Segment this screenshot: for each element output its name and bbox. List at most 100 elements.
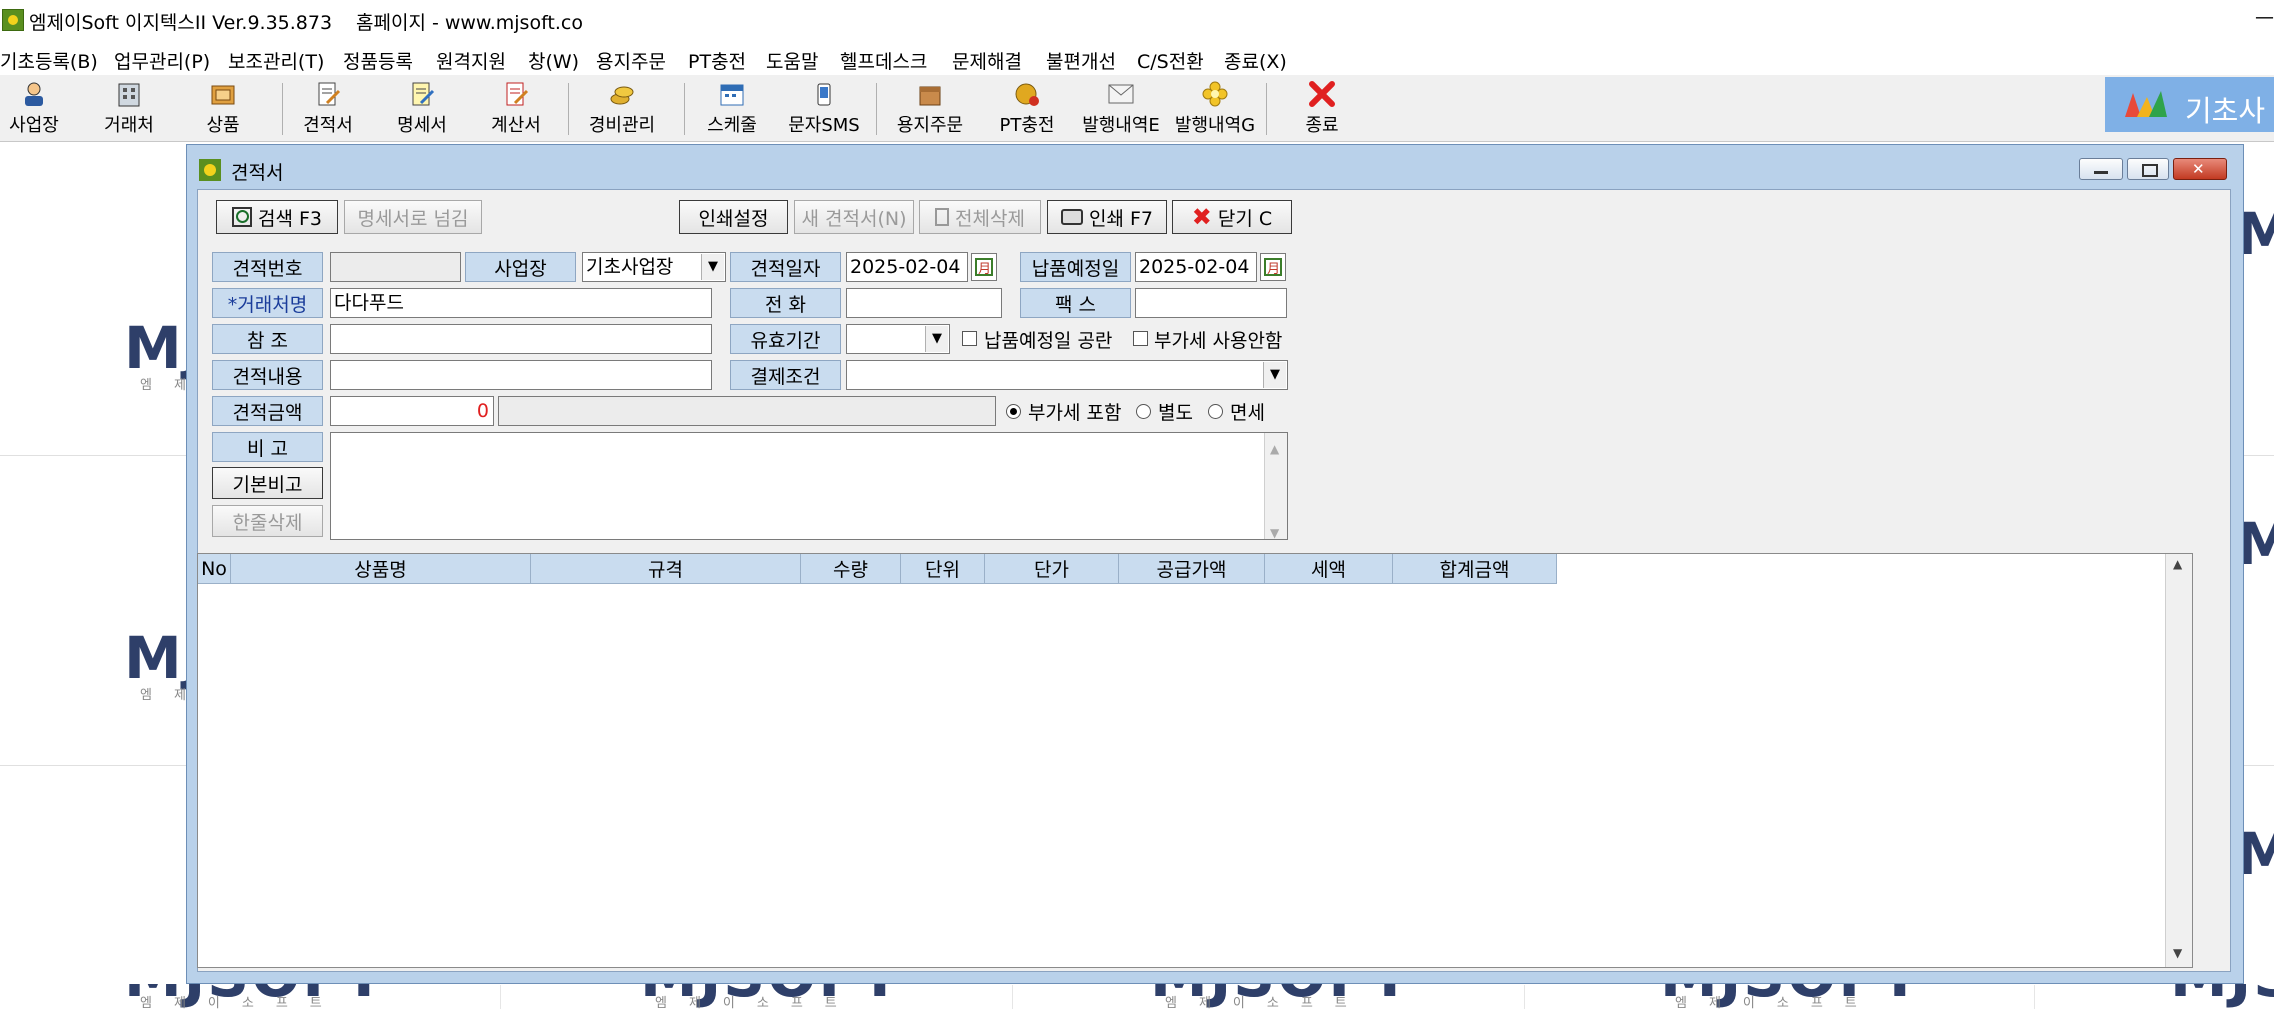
menu-remote-support[interactable]: 원격지원	[436, 47, 506, 74]
delivery-date-calendar-icon[interactable]	[1260, 253, 1286, 281]
close-quote-button[interactable]: ✖ 닫기 C	[1172, 200, 1292, 234]
to-statement-button[interactable]: 명세서로 넘김	[344, 200, 482, 234]
vat-separate-radio[interactable]	[1136, 404, 1151, 419]
toolbar-invoice-button[interactable]: 계산서	[486, 77, 546, 139]
quote-dialog: 견적서 ✕ 검색 F3 명세서로 넘김 인쇄설정 새 견적서(N) 전체삭제 인…	[186, 144, 2244, 984]
print-settings-button[interactable]: 인쇄설정	[679, 200, 788, 234]
dialog-title: 견적서	[231, 162, 284, 184]
grid-col-supply[interactable]: 공급가액	[1119, 554, 1265, 584]
watermark-logo: MJSOFT	[124, 624, 186, 692]
grid-col-qty[interactable]: 수량	[801, 554, 901, 584]
grid-col-tax[interactable]: 세액	[1265, 554, 1393, 584]
no-vat-label: 부가세 사용안함	[1154, 330, 1283, 352]
dialog-close-button[interactable]: ✕	[2173, 158, 2227, 180]
minimize-button[interactable]: —	[2255, 6, 2274, 28]
trash-icon	[935, 208, 950, 226]
quote-date-calendar-icon[interactable]	[971, 253, 997, 281]
grid-col-spec[interactable]: 규격	[531, 554, 801, 584]
dialog-restore-button[interactable]	[2127, 158, 2169, 180]
phone-label: 전 화	[730, 288, 841, 318]
menu-help[interactable]: 도움말	[766, 47, 818, 74]
no-vat-checkbox[interactable]	[1133, 331, 1148, 346]
delete-all-button[interactable]: 전체삭제	[919, 200, 1041, 234]
default-memo-button[interactable]: 기본비고	[212, 467, 323, 499]
grid-col-total[interactable]: 합계금액	[1393, 554, 1557, 584]
basic-setup-banner[interactable]: 기초사	[2105, 77, 2274, 132]
toolbar-label: 경비관리	[588, 115, 656, 136]
toolbar-label: 문자SMS	[788, 115, 860, 136]
toolbar-sms-button[interactable]: 문자SMS	[784, 77, 864, 139]
quote-no-field[interactable]	[330, 252, 461, 282]
watermark-left-column: MJSOFT 엠제이소프트 MJSOFT 엠제이소프트	[0, 0, 186, 1009]
delivery-blank-label: 납품예정일 공란	[984, 330, 1113, 352]
items-grid[interactable]: No 상품명 규격 수량 단위 단가 공급가액 세액 합계금액 ▲ ▼	[197, 553, 2193, 968]
toolbar-exit-button[interactable]: 종료	[1298, 77, 1346, 139]
toolbar-separator	[568, 83, 569, 135]
homepage-link[interactable]: 홈페이지 - www.mjsoft.co	[356, 8, 583, 35]
menu-cs-switch[interactable]: C/S전환	[1137, 47, 1204, 74]
workplace-select[interactable]: 기초사업장 ▼	[582, 252, 726, 282]
toolbar-history-g-button[interactable]: 발행내역G	[1172, 77, 1258, 139]
scroll-up-icon[interactable]: ▲	[2173, 557, 2182, 571]
content-field[interactable]	[330, 360, 712, 390]
grid-scrollbar[interactable]: ▲ ▼	[2165, 554, 2192, 967]
chevron-down-icon[interactable]: ▼	[925, 326, 948, 352]
dialog-minimize-button[interactable]	[2079, 158, 2123, 180]
grid-col-no[interactable]: No	[198, 554, 231, 584]
toolbar-separator	[1266, 83, 1267, 135]
menu-license[interactable]: 정품등록	[343, 47, 413, 74]
menu-aux-management[interactable]: 보조관리(T)	[228, 47, 324, 74]
delivery-blank-checkbox[interactable]	[962, 331, 977, 346]
search-button[interactable]: 검색 F3	[216, 200, 338, 234]
chevron-down-icon[interactable]: ▼	[701, 254, 724, 280]
watermark-sub: 엠제이소프트	[1675, 996, 1879, 1009]
vat-included-radio[interactable]	[1006, 404, 1021, 419]
menu-helpdesk[interactable]: 헬프데스크	[840, 47, 927, 74]
toolbar-product-button[interactable]: 상품	[198, 77, 248, 139]
menu-troubleshoot[interactable]: 문제해결	[952, 47, 1022, 74]
toolbar-schedule-button[interactable]: 스케줄	[702, 77, 762, 139]
phone-sms-icon	[809, 79, 839, 109]
delete-all-label: 전체삭제	[955, 207, 1025, 230]
validity-label: 유효기간	[730, 324, 841, 354]
toolbar-statement-button[interactable]: 명세서	[392, 77, 452, 139]
grid-col-product[interactable]: 상품명	[231, 554, 531, 584]
print-button[interactable]: 인쇄 F7	[1047, 200, 1167, 234]
fax-field[interactable]	[1135, 288, 1287, 318]
scroll-up-icon[interactable]: ▲	[1270, 435, 1279, 463]
memo-scrollbar[interactable]: ▲ ▼	[1264, 433, 1287, 539]
phone-field[interactable]	[846, 288, 1002, 318]
menu-paper-order[interactable]: 용지주문	[596, 47, 666, 74]
vat-exempt-radio[interactable]	[1208, 404, 1223, 419]
reference-field[interactable]	[330, 324, 712, 354]
chevron-down-icon[interactable]: ▼	[1263, 362, 1286, 388]
watermark-logo: MJSOFT	[124, 314, 186, 382]
scroll-down-icon[interactable]: ▼	[2173, 946, 2182, 960]
menu-pt-charge[interactable]: PT충전	[688, 47, 746, 74]
memo-textarea[interactable]: ▲ ▼	[330, 432, 1288, 540]
menu-improvement[interactable]: 불편개선	[1046, 47, 1116, 74]
payment-select[interactable]: ▼	[846, 360, 1288, 390]
new-quote-button[interactable]: 새 견적서(N)	[794, 200, 914, 234]
delete-line-button[interactable]: 한줄삭제	[212, 505, 323, 537]
amount-field[interactable]: 0	[330, 396, 494, 426]
client-field[interactable]: 다다푸드	[330, 288, 712, 318]
menu-window[interactable]: 창(W)	[528, 47, 579, 74]
menu-exit[interactable]: 종료(X)	[1224, 47, 1287, 74]
content-label: 견적내용	[212, 360, 323, 390]
quote-date-field[interactable]: 2025-02-04	[846, 252, 968, 282]
toolbar-history-e-button[interactable]: 발행내역E	[1078, 77, 1164, 139]
toolbar-paper-order-button[interactable]: 용지주문	[890, 77, 970, 139]
grid-col-price[interactable]: 단가	[985, 554, 1119, 584]
banner-label: 기초사	[2185, 94, 2266, 128]
watermark-sub: 엠제이소프트	[140, 996, 344, 1009]
toolbar-label: PT충전	[999, 115, 1055, 136]
validity-select[interactable]: ▼	[846, 324, 950, 354]
toolbar-expense-button[interactable]: 경비관리	[582, 77, 662, 139]
toolbar-quote-button[interactable]: 견적서	[298, 77, 358, 139]
scroll-down-icon[interactable]: ▼	[1270, 519, 1279, 539]
toolbar-pt-charge-button[interactable]: PT충전	[994, 77, 1060, 139]
delivery-date-field[interactable]: 2025-02-04	[1135, 252, 1257, 282]
toolbar: 사업장 거래처 상품 견적서 명세서 계산서 경비관리 스케줄 문자SMS 용지…	[0, 75, 2274, 142]
grid-col-unit[interactable]: 단위	[901, 554, 985, 584]
